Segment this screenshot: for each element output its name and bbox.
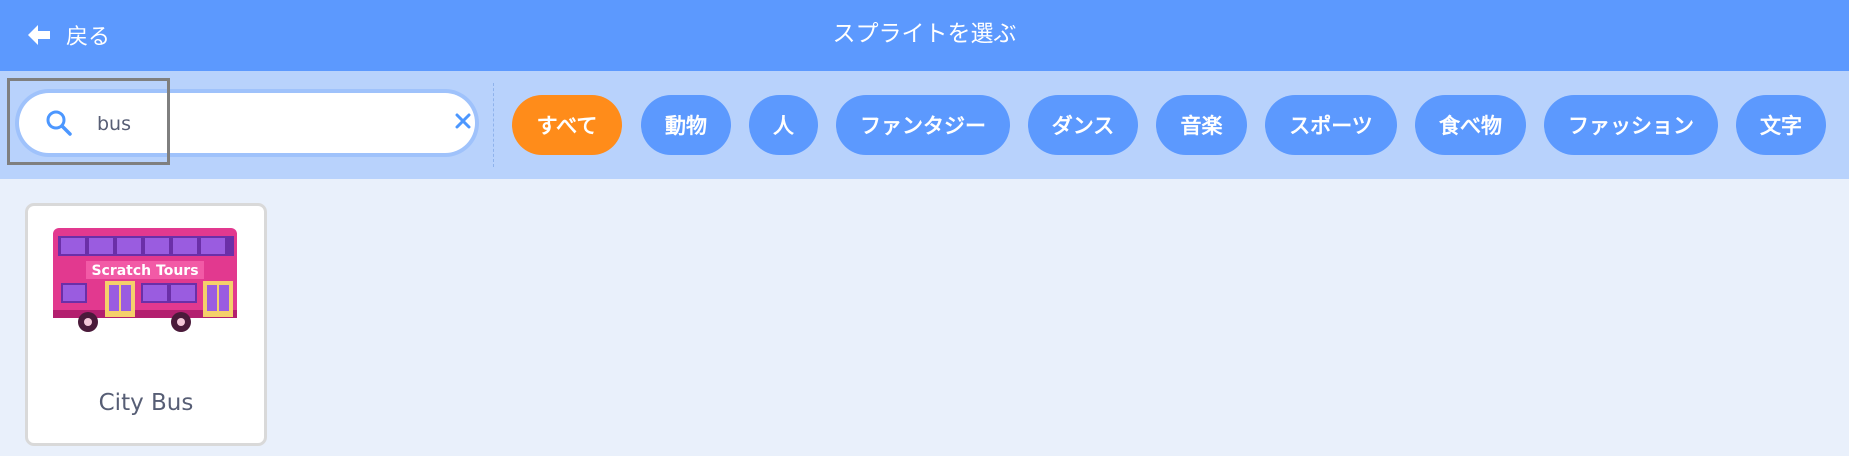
divider — [493, 83, 494, 167]
page-title: スプライトを選ぶ — [832, 21, 1017, 47]
tag-sports[interactable]: スポーツ — [1265, 95, 1397, 155]
header-bar: 戻る スプライトを選ぶ — [0, 0, 1849, 71]
tag-all[interactable]: すべて — [512, 95, 622, 155]
tag-people[interactable]: 人 — [749, 95, 818, 155]
filter-bar: すべて 動物 人 ファンタジー ダンス 音楽 スポーツ 食べ物 ファッション 文… — [0, 71, 1849, 179]
tag-fashion[interactable]: ファッション — [1544, 95, 1718, 155]
bus-image: Scratch Tours — [53, 228, 237, 332]
sprite-library: Scratch Tours City Bus — [0, 179, 1849, 456]
tag-music[interactable]: 音楽 — [1156, 95, 1247, 155]
tag-dance[interactable]: ダンス — [1028, 95, 1138, 155]
tag-fantasy[interactable]: ファンタジー — [836, 95, 1010, 155]
search-box[interactable] — [19, 93, 475, 153]
search-input[interactable] — [95, 104, 419, 144]
tag-food[interactable]: 食べ物 — [1415, 95, 1526, 155]
tag-letters[interactable]: 文字 — [1736, 95, 1826, 155]
tag-animals[interactable]: 動物 — [641, 95, 731, 155]
search-icon — [45, 109, 73, 141]
sprite-card[interactable]: Scratch Tours City Bus — [25, 203, 267, 446]
sprite-name: City Bus — [98, 390, 194, 416]
bus-sign: Scratch Tours — [91, 263, 198, 279]
close-icon[interactable] — [452, 110, 474, 136]
